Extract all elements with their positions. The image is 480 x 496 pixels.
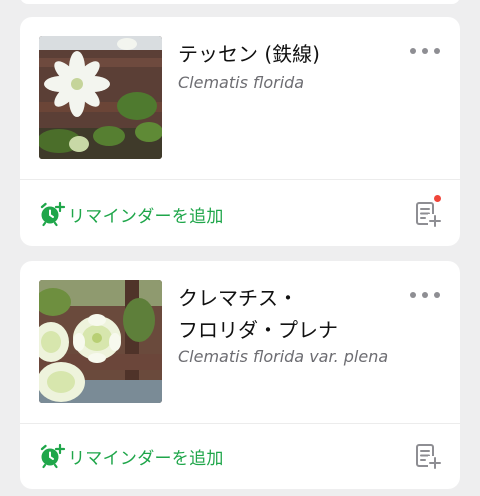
note-add-icon bbox=[416, 202, 442, 228]
unread-badge-dot bbox=[434, 195, 441, 202]
alarm-plus-icon bbox=[40, 443, 66, 469]
divider bbox=[20, 179, 460, 180]
add-reminder-button[interactable]: リマインダーを追加 bbox=[38, 199, 224, 229]
plant-name[interactable]: クレマチス・ フロリダ・プレナ bbox=[178, 282, 403, 346]
more-horizontal-icon bbox=[410, 292, 416, 298]
plant-card[interactable]: クレマチス・ フロリダ・プレナ Clematis florida var. pl… bbox=[20, 261, 460, 489]
scientific-name: Clematis florida bbox=[178, 73, 305, 92]
more-horizontal-icon bbox=[410, 48, 416, 54]
add-note-button[interactable] bbox=[414, 195, 442, 228]
add-reminder-label: リマインダーを追加 bbox=[68, 448, 224, 469]
clematis-plena-photo-icon bbox=[39, 280, 162, 403]
add-reminder-button[interactable]: リマインダーを追加 bbox=[38, 441, 224, 471]
plant-photo[interactable] bbox=[39, 36, 162, 159]
alarm-plus-icon bbox=[40, 201, 66, 227]
more-options-button[interactable] bbox=[410, 287, 440, 303]
plant-photo[interactable] bbox=[39, 280, 162, 403]
divider bbox=[20, 423, 460, 424]
clematis-photo-icon bbox=[39, 36, 162, 159]
add-reminder-label: リマインダーを追加 bbox=[68, 206, 224, 227]
more-options-button[interactable] bbox=[410, 43, 440, 59]
plant-name[interactable]: テッセン (鉄線) bbox=[178, 38, 403, 70]
note-add-icon bbox=[416, 444, 442, 470]
previous-card-edge bbox=[20, 0, 460, 4]
plant-card[interactable]: テッセン (鉄線) Clematis florida リマインダーを追加 bbox=[20, 17, 460, 246]
add-note-button[interactable] bbox=[414, 442, 442, 470]
scientific-name: Clematis florida var. plena bbox=[178, 347, 389, 366]
